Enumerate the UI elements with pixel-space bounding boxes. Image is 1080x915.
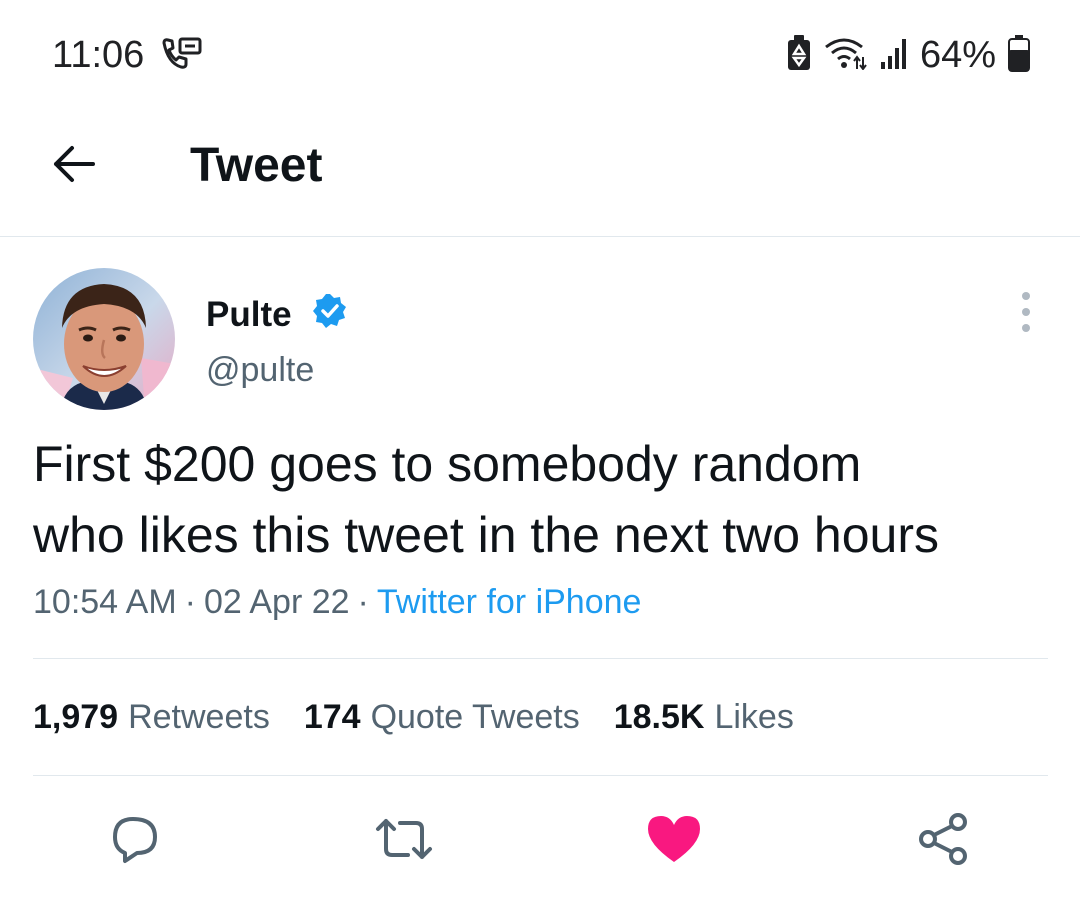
retweets-stat[interactable]: 1,979 Retweets [33, 698, 270, 737]
share-button[interactable] [914, 809, 974, 869]
meta-separator: · [357, 583, 369, 621]
tweet-text-line: First $200 goes to somebody random [33, 436, 862, 492]
more-dot [1022, 292, 1030, 300]
heart-icon [648, 816, 700, 862]
reply-button[interactable] [105, 809, 165, 869]
retweet-button[interactable] [374, 809, 434, 869]
tweet-text: First $200 goes to somebody random who l… [33, 429, 1053, 571]
meta-separator: · [184, 583, 196, 621]
divider [33, 775, 1048, 776]
reply-icon [113, 817, 157, 863]
back-button[interactable] [46, 136, 102, 192]
tweet-actions [0, 809, 1080, 869]
avatar[interactable] [33, 268, 175, 410]
like-button[interactable] [644, 809, 704, 869]
quotes-count: 174 [303, 698, 361, 736]
signal-icon [880, 36, 908, 75]
quotes-label: Quote Tweets [370, 698, 580, 736]
status-time: 11:06 [52, 34, 145, 76]
share-icon [919, 813, 967, 865]
more-dot [1022, 308, 1030, 316]
page-title: Tweet [190, 139, 323, 192]
more-dot [1022, 324, 1030, 332]
tweet-time[interactable]: 10:54 AM [33, 583, 177, 621]
voicemail-icon [160, 37, 202, 71]
tweet-source-link[interactable]: Twitter for iPhone [377, 583, 642, 621]
verified-badge-icon [312, 293, 348, 329]
battery-saver-icon [786, 34, 812, 77]
divider [33, 658, 1048, 659]
retweet-icon [376, 819, 432, 859]
status-icons: 64% [786, 33, 1030, 77]
likes-count: 18.5K [613, 698, 705, 736]
tweet-stats: 1,979 Retweets 174 Quote Tweets 18.5K Likes [33, 698, 794, 737]
tweet-meta: 10:54 AM · 02 Apr 22 · Twitter for iPhone [33, 583, 641, 622]
status-bar: 11:06 64% [0, 0, 1080, 110]
author-name[interactable]: Pulte [206, 295, 292, 335]
battery-percent: 64% [919, 33, 996, 76]
quotes-stat[interactable]: 174 Quote Tweets [304, 698, 580, 737]
retweets-count: 1,979 [33, 698, 119, 736]
wifi-icon [824, 36, 868, 75]
battery-icon [1008, 34, 1030, 77]
tweet-text-line: who likes this tweet in the next two hou… [33, 507, 940, 563]
arrow-left-icon [54, 146, 95, 182]
likes-stat[interactable]: 18.5K Likes [614, 698, 794, 737]
author-handle[interactable]: @pulte [206, 351, 314, 390]
more-options-button[interactable] [1008, 292, 1044, 332]
tweet-date[interactable]: 02 Apr 22 [204, 583, 350, 621]
likes-label: Likes [714, 698, 794, 736]
retweets-label: Retweets [128, 698, 270, 736]
app-header: Tweet [0, 110, 1080, 237]
